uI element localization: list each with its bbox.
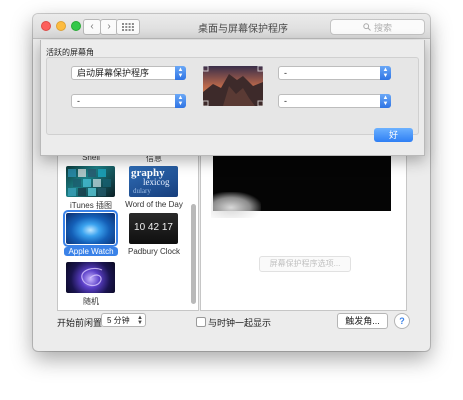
desktop-wallpaper-image bbox=[203, 66, 263, 106]
grid-icon bbox=[122, 23, 134, 31]
screensaver-word-of-the-day[interactable]: graphy lexicog dulary bbox=[129, 166, 178, 197]
minimize-button[interactable] bbox=[56, 21, 66, 31]
list-scrollbar[interactable] bbox=[191, 204, 196, 304]
show-all-button[interactable] bbox=[116, 19, 140, 35]
preview-glow bbox=[211, 192, 261, 218]
screensaver-label-itunes: iTunes 插图 bbox=[70, 201, 112, 210]
corner-top-left-select[interactable]: 启动屏幕保护程序 ▲ ▼ bbox=[71, 66, 186, 80]
clock-thumb-time: 10 42 17 bbox=[134, 222, 173, 233]
screensaver-itunes-artwork[interactable] bbox=[66, 166, 115, 197]
start-after-value: 5 分钟 bbox=[107, 316, 130, 325]
screensaver-label-padbury: Padbury Clock bbox=[127, 247, 181, 256]
screensaver-label-apple-watch: Apple Watch bbox=[64, 247, 118, 256]
corner-top-left-value: 启动屏幕保护程序 bbox=[77, 68, 150, 78]
screensaver-apple-watch[interactable] bbox=[63, 210, 118, 247]
screensaver-label-word: Word of the Day bbox=[125, 200, 183, 209]
search-field[interactable]: 搜索 bbox=[330, 19, 425, 35]
back-button[interactable]: ‹ bbox=[83, 19, 101, 35]
updown-icon: ▲ ▼ bbox=[380, 66, 391, 80]
corner-bottom-left-select[interactable]: - ▲ ▼ bbox=[71, 94, 186, 108]
start-after-label: 开始前闲置: bbox=[57, 318, 105, 328]
corner-bottom-right-select[interactable]: - ▲ ▼ bbox=[278, 94, 391, 108]
updown-icon: ▲ ▼ bbox=[380, 94, 391, 108]
corner-top-right-select[interactable]: - ▲ ▼ bbox=[278, 66, 391, 80]
updown-icon: ▲ ▼ bbox=[137, 315, 143, 326]
corner-bottom-left-value: - bbox=[77, 96, 80, 106]
title-bar: ‹ › 桌面与屏幕保护程序 搜索 bbox=[33, 14, 430, 39]
search-icon bbox=[363, 23, 371, 31]
updown-icon: ▲ ▼ bbox=[175, 66, 186, 80]
show-with-clock-label: 与时钟一起显示 bbox=[208, 318, 272, 328]
updown-icon: ▲ ▼ bbox=[175, 94, 186, 108]
close-button[interactable] bbox=[41, 21, 51, 31]
ok-button[interactable]: 好 bbox=[374, 128, 413, 142]
album-grid-icon bbox=[68, 169, 111, 196]
screensaver-padbury-clock[interactable]: 10 42 17 bbox=[129, 213, 178, 244]
corner-top-right-value: - bbox=[284, 68, 287, 78]
window-title: 桌面与屏幕保护程序 bbox=[198, 24, 288, 35]
word-thumb-line2: lexicog bbox=[143, 177, 170, 187]
chevron-left-icon: ‹ bbox=[90, 21, 94, 32]
show-with-clock-checkbox[interactable] bbox=[196, 317, 206, 327]
hot-corners-button[interactable]: 触发角... bbox=[337, 313, 388, 329]
screensaver-label-random: 随机 bbox=[83, 297, 99, 306]
start-after-select[interactable]: 5 分钟 ▲ ▼ bbox=[101, 313, 146, 327]
hot-corners-sheet: 活跃的屏幕角 启动屏幕保护程序 ▲ ▼ - ▲ ▼ - ▲ ▼ - ▲ ▼ 好 bbox=[40, 40, 425, 156]
corner-bottom-right-value: - bbox=[284, 96, 287, 106]
screensaver-options-button: 屏幕保护程序选项... bbox=[259, 256, 351, 272]
chevron-right-icon: › bbox=[107, 21, 111, 32]
search-placeholder: 搜索 bbox=[373, 22, 392, 33]
desktop-preview bbox=[203, 66, 263, 106]
zoom-button[interactable] bbox=[71, 21, 81, 31]
swirl-icon bbox=[81, 267, 103, 287]
help-button[interactable]: ? bbox=[394, 313, 410, 329]
screensaver-random[interactable] bbox=[66, 262, 115, 293]
word-thumb-line3: dulary bbox=[133, 187, 151, 195]
